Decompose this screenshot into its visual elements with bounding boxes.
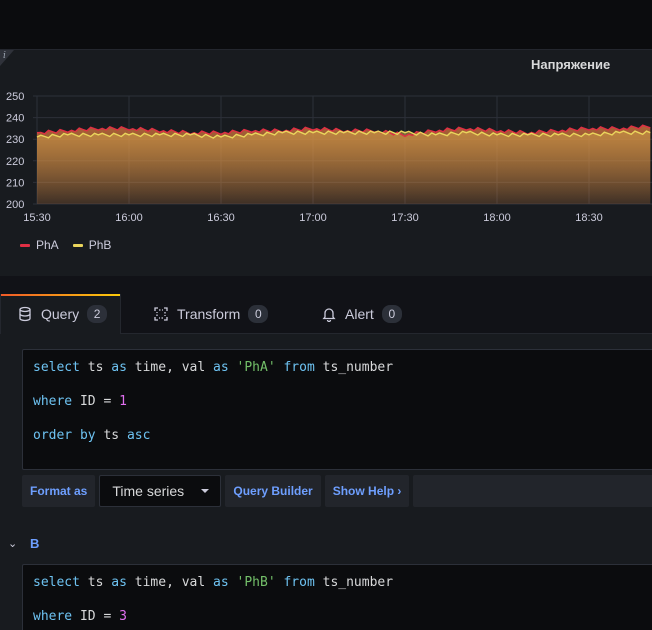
code-token: ts_number (314, 360, 394, 375)
code-token: where (33, 394, 73, 409)
code-token: ts_number (314, 575, 394, 590)
chart-svg: 200 210 220 230 240 250 15:30 16:00 16:30 17:00 1… (6, 92, 652, 224)
panel-title[interactable]: Напряжение (531, 57, 610, 72)
code-token: where (33, 609, 73, 624)
query-b-name[interactable]: B (30, 536, 39, 551)
tab-transform[interactable]: Transform 0 (153, 294, 269, 334)
code-token: as (111, 360, 127, 375)
format-select[interactable]: Time series (99, 475, 222, 507)
code-token: 1 (119, 394, 127, 409)
query-b-line: where ID = 3 (33, 609, 127, 624)
query-b-editor[interactable]: select ts as time, val as 'PhB' from ts_… (22, 564, 652, 630)
info-icon[interactable]: i (0, 50, 14, 66)
tab-transform-count: 0 (248, 305, 269, 323)
code-token: select (33, 360, 80, 375)
timeseries-panel: i Напряжение 200 210 220 230 240 250 15:30 16:… (0, 49, 652, 276)
code-token: from (283, 360, 315, 375)
code-token: 'PhA' (236, 360, 276, 375)
tab-transform-label: Transform (177, 306, 241, 322)
code-token: order by (33, 428, 96, 443)
query-builder-button[interactable]: Query Builder (225, 475, 321, 507)
editor-tabs: Query 2 Transform 0 Alert 0 (0, 294, 652, 334)
code-token: ID = (72, 609, 120, 624)
query-a-toolbar: Format as Time series Query Builder Show… (22, 475, 652, 507)
legend-swatch-phb (72, 243, 83, 247)
tab-alert[interactable]: Alert 0 (321, 294, 402, 334)
x-tick-label: 18:00 (483, 212, 511, 224)
code-token: ts (95, 428, 127, 443)
tab-alert-count: 0 (381, 305, 402, 323)
code-token: 'PhB' (236, 575, 276, 590)
code-token: ID = (72, 394, 120, 409)
x-tick-label: 15:30 (23, 212, 51, 224)
x-tick-label: 17:30 (391, 212, 419, 224)
x-tick-label: 17:00 (299, 212, 327, 224)
y-tick-label: 210 (6, 177, 24, 189)
code-token: ts (79, 575, 112, 590)
x-tick-label: 16:00 (115, 212, 143, 224)
tab-alert-label: Alert (345, 306, 374, 322)
query-a-line: select ts as time, val as 'PhA' from ts_… (33, 360, 393, 375)
y-tick-label: 240 (6, 113, 24, 125)
series-area-phb (37, 131, 651, 204)
code-token: asc (126, 428, 151, 443)
show-help-button[interactable]: Show Help › (324, 475, 410, 507)
legend-item-pha[interactable]: PhA (20, 238, 59, 252)
legend-label-phb: PhB (88, 238, 112, 252)
code-token: from (283, 575, 315, 590)
x-tick-label: 16:30 (207, 212, 235, 224)
y-tick-label: 230 (6, 134, 24, 146)
code-token: time, val (126, 360, 214, 375)
code-token: as (213, 360, 229, 375)
voltage-chart: 200 210 220 230 240 250 15:30 16:00 16:30 17:00 1… (0, 92, 652, 237)
toolbar-filler (413, 475, 652, 507)
format-select-value: Time series (112, 483, 185, 499)
top-bar (0, 0, 652, 49)
query-b-line: select ts as time, val as 'PhB' from ts_… (33, 575, 393, 590)
code-token: 3 (119, 609, 127, 624)
tab-query-count: 2 (87, 305, 108, 323)
code-token: as (111, 575, 127, 590)
bell-icon (322, 308, 336, 322)
query-a-line: where ID = 1 (33, 394, 127, 409)
y-tick-label: 220 (6, 156, 24, 168)
code-token: time, val (126, 575, 214, 590)
query-b-header[interactable]: ⌄ B (0, 528, 652, 558)
legend-label-pha: PhA (36, 238, 59, 252)
y-tick-label: 200 (6, 199, 24, 211)
transform-icon (154, 307, 168, 321)
chevron-down-icon[interactable]: ⌄ (8, 537, 20, 550)
query-a-editor[interactable]: select ts as time, val as 'PhA' from ts_… (22, 349, 652, 470)
format-as-label: Format as (22, 475, 96, 507)
tab-query[interactable]: Query 2 (0, 294, 121, 334)
legend-item-phb[interactable]: PhB (72, 238, 112, 252)
database-icon (19, 306, 31, 322)
caret-down-icon (201, 489, 210, 493)
query-a-line: order by ts asc (33, 428, 150, 443)
y-tick-label: 250 (6, 92, 24, 103)
legend-swatch-pha (20, 243, 30, 247)
code-token: ts (79, 360, 112, 375)
chart-legend: PhA PhB (20, 238, 111, 252)
tab-query-label: Query (41, 306, 80, 322)
code-token: select (33, 575, 80, 590)
code-token: as (213, 575, 229, 590)
x-tick-label: 18:30 (575, 212, 603, 224)
